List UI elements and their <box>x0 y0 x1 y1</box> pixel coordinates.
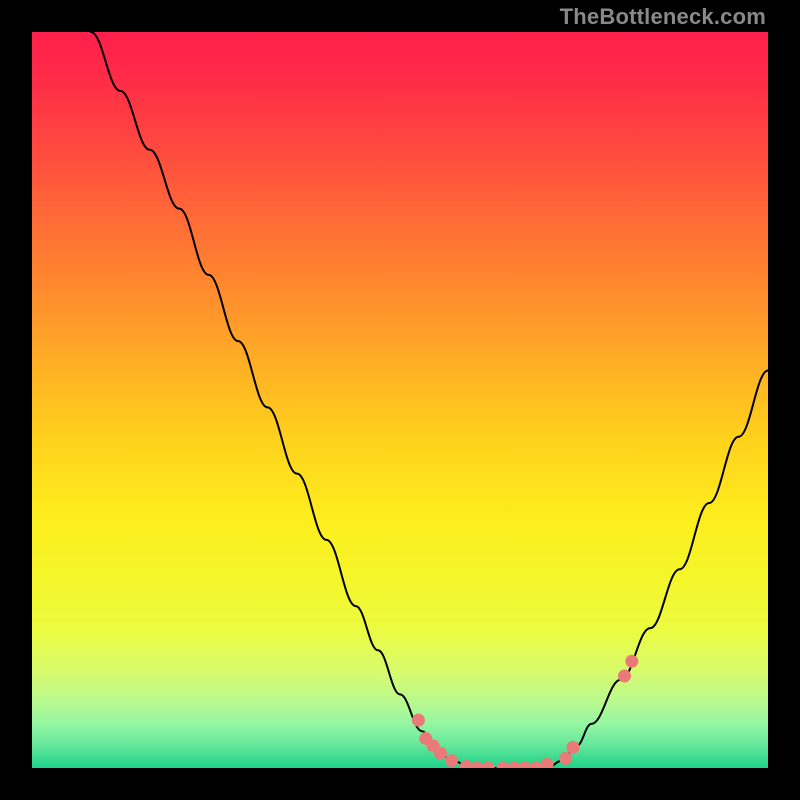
scatter-dot <box>625 655 638 668</box>
chart-stage: TheBottleneck.com <box>0 0 800 800</box>
curve-line <box>91 32 768 768</box>
scatter-dot <box>471 762 484 769</box>
plot-area <box>32 32 768 768</box>
scatter-dot <box>482 762 495 769</box>
scatter-dot <box>445 754 458 767</box>
watermark-text: TheBottleneck.com <box>560 4 766 30</box>
scatter-dots <box>412 655 638 768</box>
chart-svg <box>32 32 768 768</box>
scatter-dot <box>460 760 473 768</box>
scatter-dot <box>508 762 521 769</box>
scatter-dot <box>541 758 554 768</box>
scatter-dot <box>618 670 631 683</box>
scatter-dot <box>519 762 532 769</box>
scatter-dot <box>497 762 510 769</box>
scatter-dot <box>566 741 579 754</box>
scatter-dot <box>412 714 425 727</box>
scatter-dot <box>434 747 447 760</box>
scatter-dot <box>530 762 543 769</box>
scatter-dot <box>559 752 572 765</box>
